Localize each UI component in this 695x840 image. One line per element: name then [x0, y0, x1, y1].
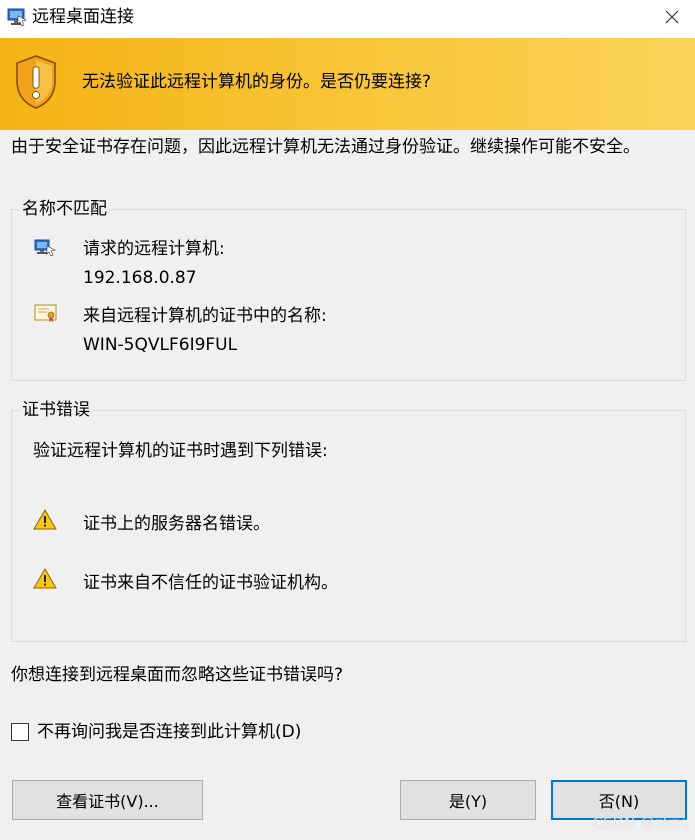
watermark: CSDN @zkzq: [592, 814, 690, 832]
window-title: 远程桌面连接: [32, 7, 134, 27]
certificate-name-value: WIN-5QVLF6I9FUL: [83, 335, 238, 355]
dont-ask-again-label[interactable]: 不再询问我是否连接到此计算机(D): [37, 721, 301, 743]
computer-icon: [34, 239, 56, 257]
warning-icon: [33, 568, 57, 589]
warning-icon: [33, 509, 57, 530]
name-mismatch-group: 名称不匹配 请求的远程计算机: 192.168.0.87 来自远程计算机的证书中…: [11, 198, 686, 381]
certificate-errors-description: 验证远程计算机的证书时遇到下列错误:: [33, 441, 328, 461]
warning-banner: 无法验证此远程计算机的身份。是否仍要连接?: [0, 38, 695, 130]
certificate-name-label: 来自远程计算机的证书中的名称:: [83, 306, 327, 326]
certificate-errors-group: 证书错误 验证远程计算机的证书时遇到下列错误: 证书上的服务器名错误。 证书来自…: [11, 399, 686, 642]
certificate-errors-title: 证书错误: [20, 399, 92, 421]
title-bar: 远程桌面连接: [0, 0, 695, 38]
intro-text: 由于安全证书存在问题，因此远程计算机无法通过身份验证。继续操作可能不安全。: [11, 137, 640, 157]
yes-button[interactable]: 是(Y): [400, 780, 536, 820]
name-mismatch-title: 名称不匹配: [20, 198, 109, 220]
requested-computer-label: 请求的远程计算机:: [83, 239, 225, 259]
certificate-error-item: 证书来自不信任的证书验证机构。: [83, 573, 338, 593]
dont-ask-again-checkbox[interactable]: [11, 723, 29, 741]
remote-desktop-icon: [7, 8, 27, 27]
view-certificate-button[interactable]: 查看证书(V)...: [12, 780, 203, 820]
close-icon: [665, 10, 679, 24]
requested-computer-value: 192.168.0.87: [83, 268, 197, 288]
certificate-icon: [34, 304, 57, 322]
warning-shield-icon: [16, 55, 56, 109]
confirmation-question: 你想连接到远程桌面而忽略这些证书错误吗?: [11, 665, 344, 685]
banner-message: 无法验证此远程计算机的身份。是否仍要连接?: [82, 72, 432, 92]
close-button[interactable]: [649, 0, 695, 34]
certificate-error-item: 证书上的服务器名错误。: [83, 514, 270, 534]
